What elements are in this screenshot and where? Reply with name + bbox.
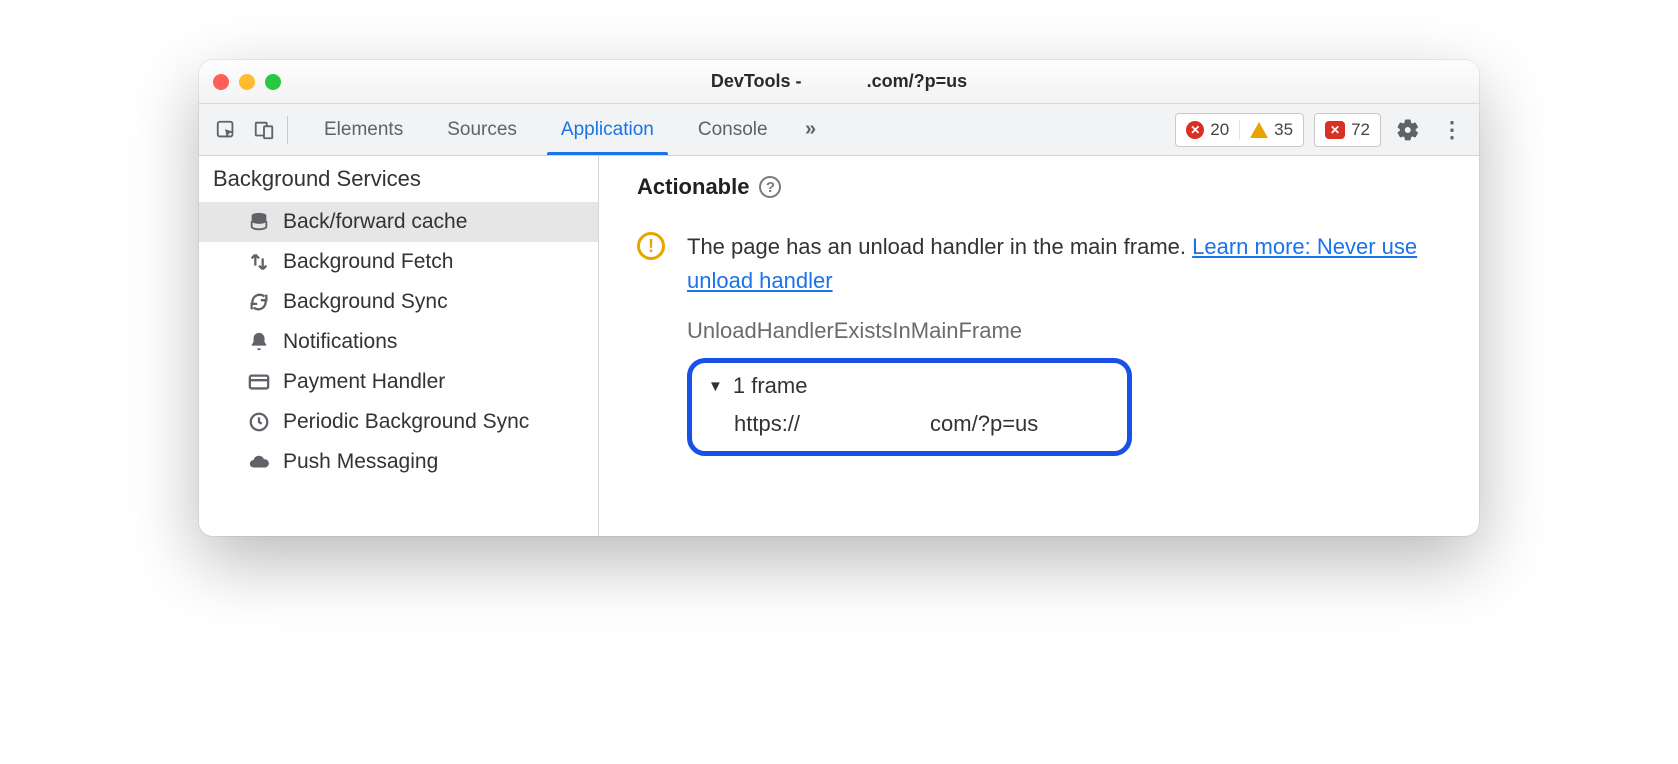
caret-down-icon: ▼: [708, 378, 723, 395]
warning-icon: [1250, 122, 1268, 138]
title-suffix: .com/?p=us: [867, 71, 968, 91]
toolbar-divider: [287, 116, 288, 144]
sidebar-item-label: Notifications: [283, 330, 397, 354]
error-value: 20: [1210, 120, 1229, 140]
issue-row: ! The page has an unload handler in the …: [637, 230, 1451, 456]
issue-text: The page has an unload handler in the ma…: [687, 230, 1451, 298]
tab-console[interactable]: Console: [676, 104, 790, 155]
sidebar-item-notifications[interactable]: Notifications: [199, 322, 598, 362]
section-title: Actionable: [637, 174, 749, 200]
bell-icon: [247, 330, 271, 354]
tab-application[interactable]: Application: [539, 104, 676, 155]
frame-list-box: ▼ 1 frame https:// com/?p=us: [687, 358, 1132, 456]
warning-count[interactable]: 35: [1239, 120, 1303, 140]
window-title: DevTools - .com/?p=us: [199, 71, 1479, 92]
issues-count[interactable]: ✕ 72: [1315, 120, 1380, 140]
sidebar-item-label: Background Fetch: [283, 250, 453, 274]
application-sidebar: Background Services Back/forward cache B…: [199, 156, 599, 536]
sidebar-item-bfcache[interactable]: Back/forward cache: [199, 202, 598, 242]
issue-message: The page has an unload handler in the ma…: [687, 234, 1186, 259]
section-header: Actionable ?: [637, 174, 1451, 200]
minimize-window-button[interactable]: [239, 74, 255, 90]
database-icon: [247, 210, 271, 234]
settings-icon[interactable]: [1391, 113, 1425, 147]
devtools-toolbar: Elements Sources Application Console » ✕…: [199, 104, 1479, 156]
sidebar-item-label: Payment Handler: [283, 370, 445, 394]
titlebar: DevTools - .com/?p=us: [199, 60, 1479, 104]
more-icon[interactable]: ⋮: [1435, 113, 1469, 147]
help-icon[interactable]: ?: [759, 176, 781, 198]
sidebar-item-label: Background Sync: [283, 290, 448, 314]
console-counters[interactable]: ✕ 20 35: [1175, 113, 1304, 147]
issue-body: The page has an unload handler in the ma…: [687, 230, 1451, 456]
issues-value: 72: [1351, 120, 1370, 140]
tabs-overflow-button[interactable]: »: [794, 118, 828, 141]
tab-sources[interactable]: Sources: [425, 104, 539, 155]
cloud-icon: [247, 450, 271, 474]
zoom-window-button[interactable]: [265, 74, 281, 90]
panel-tabs: Elements Sources Application Console: [302, 104, 790, 155]
device-toggle-icon[interactable]: [247, 113, 281, 147]
frame-url-scheme: https://: [734, 411, 800, 437]
sidebar-item-label: Push Messaging: [283, 450, 438, 474]
sync-icon: [247, 290, 271, 314]
sidebar-item-label: Back/forward cache: [283, 210, 467, 234]
window-controls: [213, 74, 281, 90]
clock-icon: [247, 410, 271, 434]
updown-icon: [247, 250, 271, 274]
panel-content: Background Services Back/forward cache B…: [199, 156, 1479, 536]
sidebar-item-bg-sync[interactable]: Background Sync: [199, 282, 598, 322]
issues-counter[interactable]: ✕ 72: [1314, 113, 1381, 147]
warning-value: 35: [1274, 120, 1293, 140]
tab-elements[interactable]: Elements: [302, 104, 425, 155]
card-icon: [247, 370, 271, 394]
devtools-window: DevTools - .com/?p=us Elements Sources A…: [199, 60, 1479, 536]
sidebar-item-periodic-sync[interactable]: Periodic Background Sync: [199, 402, 598, 442]
main-panel: Actionable ? ! The page has an unload ha…: [599, 156, 1479, 536]
issue-code: UnloadHandlerExistsInMainFrame: [687, 318, 1451, 344]
error-count[interactable]: ✕ 20: [1176, 120, 1239, 140]
frame-count-label: 1 frame: [733, 373, 808, 399]
inspect-icon[interactable]: [209, 113, 243, 147]
sidebar-item-payment[interactable]: Payment Handler: [199, 362, 598, 402]
sidebar-item-bg-fetch[interactable]: Background Fetch: [199, 242, 598, 282]
title-prefix: DevTools -: [711, 71, 802, 91]
frame-url[interactable]: https:// com/?p=us: [708, 411, 1099, 437]
sidebar-item-push[interactable]: Push Messaging: [199, 442, 598, 482]
toolbar-right: ✕ 20 35 ✕ 72 ⋮: [1175, 113, 1469, 147]
sidebar-section-header: Background Services: [199, 156, 598, 202]
close-window-button[interactable]: [213, 74, 229, 90]
error-icon: ✕: [1186, 121, 1204, 139]
sidebar-item-label: Periodic Background Sync: [283, 410, 529, 434]
issues-icon: ✕: [1325, 121, 1345, 139]
frame-url-rest: com/?p=us: [930, 411, 1038, 437]
frame-summary[interactable]: ▼ 1 frame: [708, 373, 1099, 399]
warning-circle-icon: !: [637, 232, 665, 260]
